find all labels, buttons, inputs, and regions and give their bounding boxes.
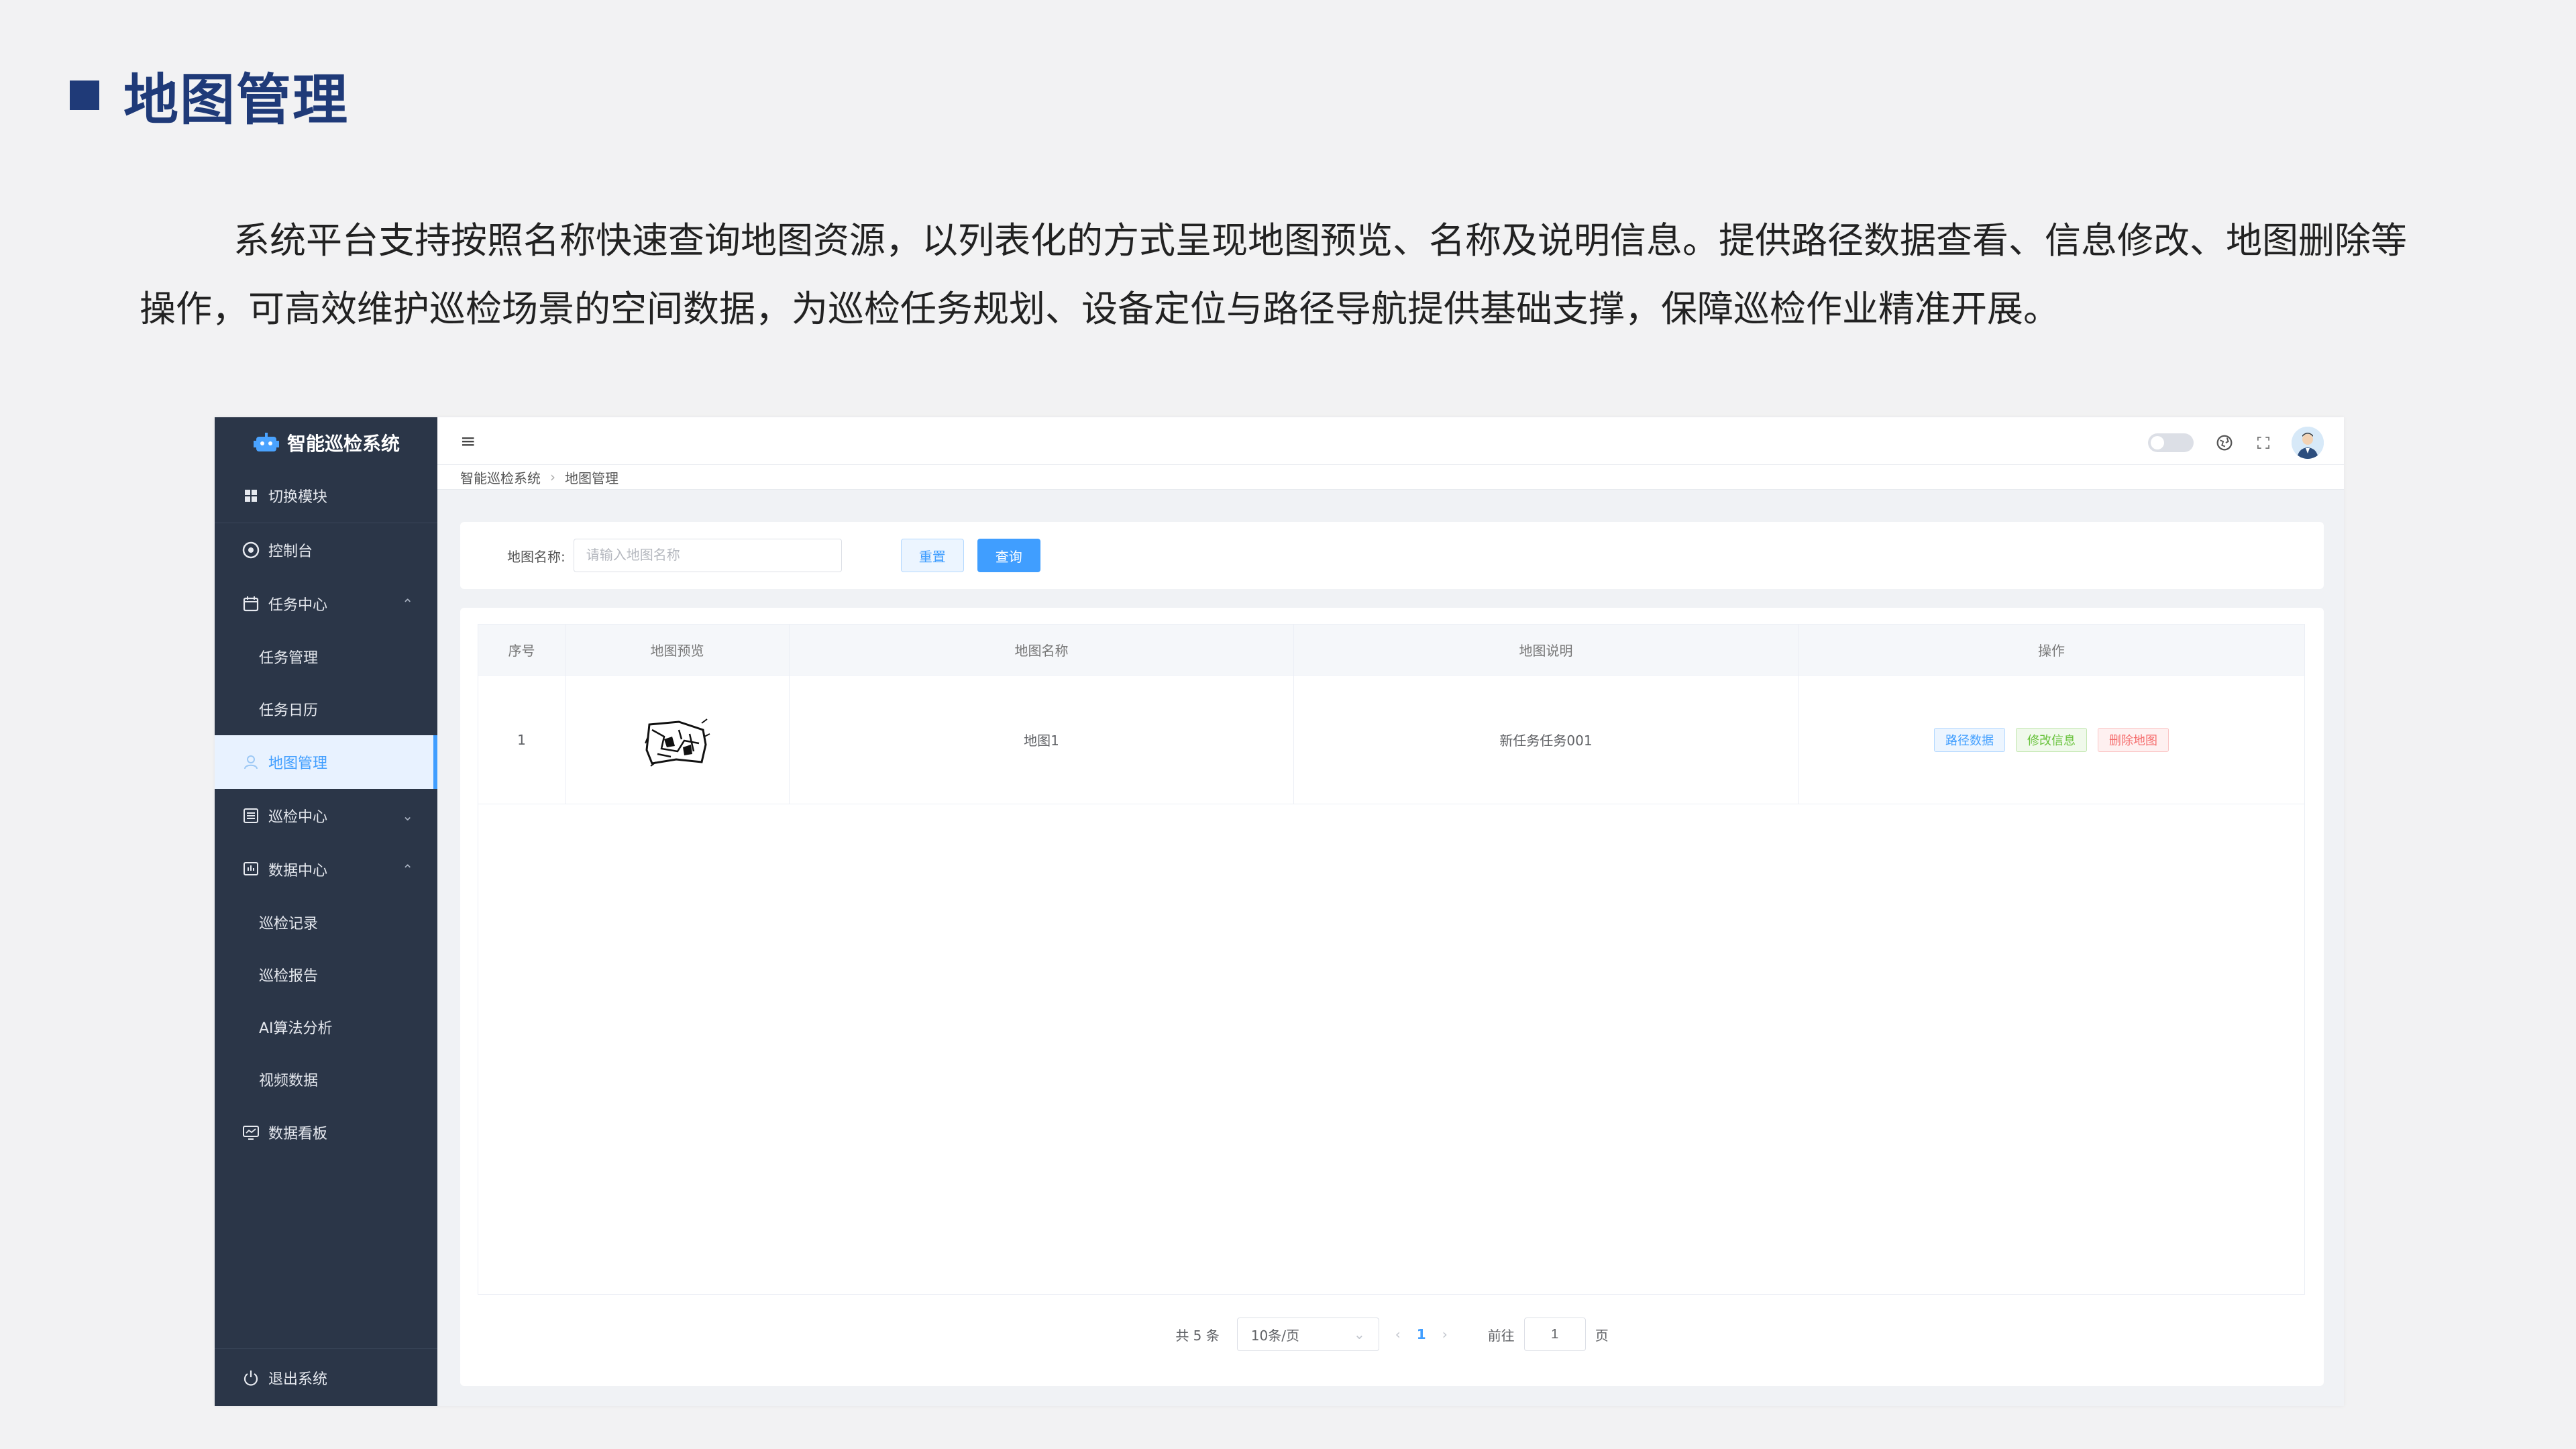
topbar: ≡ — [437, 417, 2344, 464]
chevron-up-icon: ⌃ — [402, 861, 413, 877]
sidebar-item-data-center[interactable]: 数据中心 ⌃ — [215, 843, 437, 896]
pagination-total: 共 5 条 — [1175, 1327, 1220, 1344]
next-page-button[interactable]: › — [1442, 1326, 1448, 1342]
sidebar: 智能巡检系统 切换模块 控制台 任务中心 ⌃ 任务管理 任务日历 地图管理 巡检… — [215, 417, 437, 1406]
breadcrumb-current: 地图管理 — [565, 470, 619, 486]
grid-icon — [241, 486, 260, 505]
chevron-down-icon: ⌄ — [402, 808, 413, 824]
page-unit-label: 页 — [1595, 1327, 1609, 1344]
sidebar-item-console[interactable]: 控制台 — [215, 523, 437, 577]
table-header: 序号 地图预览 地图名称 地图说明 操作 — [478, 625, 2304, 676]
slide-description: 系统平台支持按照名称快速查询地图资源，以列表化的方式呈现地图预览、名称及说明信息… — [140, 219, 2407, 330]
map-preview-image — [644, 718, 710, 767]
fullscreen-icon[interactable] — [2253, 432, 2274, 453]
brand[interactable]: 智能巡检系统 — [215, 417, 437, 468]
map-name-label: 地图名称: — [507, 548, 566, 565]
pagination: 共 5 条 10条/页 ⌄ ‹ 1 › 前往 页 — [460, 1318, 2324, 1351]
avatar[interactable] — [2292, 427, 2324, 459]
sidebar-item-label: 巡检中心 — [268, 809, 328, 826]
brand-name: 智能巡检系统 — [286, 433, 400, 455]
chevron-down-icon: ⌄ — [1354, 1326, 1365, 1342]
globe-icon[interactable] — [2214, 432, 2235, 453]
theme-toggle[interactable] — [2148, 433, 2194, 452]
sidebar-item-label: 数据看板 — [268, 1126, 328, 1142]
logout-button[interactable]: 退出系统 — [215, 1348, 437, 1406]
header-actions: 操作 — [2038, 643, 2065, 659]
chart-icon — [241, 860, 260, 879]
switch-module-button[interactable]: 切换模块 — [215, 468, 437, 523]
sidebar-item-label: 数据中心 — [268, 863, 328, 879]
sidebar-item-task-calendar[interactable]: 任务日历 — [215, 683, 437, 735]
row-description: 新任务任务001 — [1294, 676, 1799, 804]
sidebar-item-map-management[interactable]: 地图管理 — [215, 735, 437, 789]
list-icon — [241, 806, 260, 825]
main-content: ≡ 智能巡检系统 › 地图管理 地图名称: 重置 查 — [437, 417, 2344, 1406]
header-index: 序号 — [478, 625, 566, 675]
sidebar-item-label: 地图管理 — [268, 755, 328, 772]
query-button[interactable]: 查询 — [977, 539, 1040, 572]
page-size-value: 10条/页 — [1250, 1327, 1299, 1344]
header-description: 地图说明 — [1294, 625, 1799, 675]
sidebar-item-inspection-reports[interactable]: 巡检报告 — [215, 949, 437, 1001]
goto-label: 前往 — [1487, 1327, 1515, 1344]
breadcrumb-separator-icon: › — [550, 469, 555, 485]
topbar-actions — [2148, 427, 2324, 459]
logout-label: 退出系统 — [268, 1371, 328, 1388]
search-panel: 地图名称: 重置 查询 — [460, 522, 2324, 589]
sidebar-item-data-dashboard[interactable]: 数据看板 — [215, 1106, 437, 1159]
menu-toggle-icon[interactable]: ≡ — [460, 430, 476, 452]
monitor-icon — [241, 1123, 260, 1142]
page-size-select[interactable]: 10条/页 ⌄ — [1236, 1318, 1379, 1351]
dashboard-icon — [241, 541, 260, 559]
goto-page-input[interactable] — [1523, 1318, 1586, 1351]
breadcrumb: 智能巡检系统 › 地图管理 — [437, 464, 2344, 490]
title-square-icon — [70, 80, 99, 110]
user-icon — [241, 753, 260, 771]
map-name-search-input[interactable] — [573, 539, 842, 572]
sidebar-item-task-management[interactable]: 任务管理 — [215, 631, 437, 683]
slide-title-text: 地图管理 — [123, 68, 350, 132]
map-table: 序号 地图预览 地图名称 地图说明 操作 1 地图1 新任务任务001 路径数据… — [478, 624, 2305, 1295]
breadcrumb-root[interactable]: 智能巡检系统 — [460, 468, 541, 487]
slide-title: 地图管理 — [70, 55, 349, 135]
robot-logo-icon — [253, 433, 279, 451]
table-panel: 序号 地图预览 地图名称 地图说明 操作 1 地图1 新任务任务001 路径数据… — [460, 608, 2324, 1386]
header-preview: 地图预览 — [566, 625, 790, 675]
reset-button[interactable]: 重置 — [900, 539, 964, 572]
row-actions: 路径数据 修改信息 删除地图 — [1799, 676, 2304, 804]
row-index: 1 — [478, 676, 566, 804]
page-number-current[interactable]: 1 — [1417, 1326, 1426, 1342]
chevron-up-icon: ⌃ — [402, 596, 413, 612]
delete-map-button[interactable]: 删除地图 — [2098, 727, 2169, 752]
map-preview-thumbnail[interactable] — [566, 676, 790, 804]
power-icon — [244, 1370, 258, 1386]
path-data-button[interactable]: 路径数据 — [1934, 727, 2005, 752]
sidebar-item-task-center[interactable]: 任务中心 ⌃ — [215, 577, 437, 631]
row-map-name: 地图1 — [790, 676, 1294, 804]
sidebar-item-label: 任务中心 — [268, 597, 328, 614]
calendar-icon — [241, 594, 260, 613]
sidebar-item-inspection-center[interactable]: 巡检中心 ⌄ — [215, 789, 437, 843]
switch-module-label: 切换模块 — [268, 488, 328, 506]
sidebar-item-label: 控制台 — [268, 543, 313, 560]
sidebar-item-ai-analysis[interactable]: AI算法分析 — [215, 1001, 437, 1053]
edit-info-button[interactable]: 修改信息 — [2016, 727, 2087, 752]
sidebar-item-video-data[interactable]: 视频数据 — [215, 1053, 437, 1106]
header-map-name: 地图名称 — [790, 625, 1294, 675]
app-window: 智能巡检系统 切换模块 控制台 任务中心 ⌃ 任务管理 任务日历 地图管理 巡检… — [215, 417, 2344, 1406]
table-row: 1 地图1 新任务任务001 路径数据 修改信息 删除地图 — [478, 676, 2304, 804]
sidebar-item-inspection-records[interactable]: 巡检记录 — [215, 896, 437, 949]
prev-page-button[interactable]: ‹ — [1395, 1326, 1401, 1342]
